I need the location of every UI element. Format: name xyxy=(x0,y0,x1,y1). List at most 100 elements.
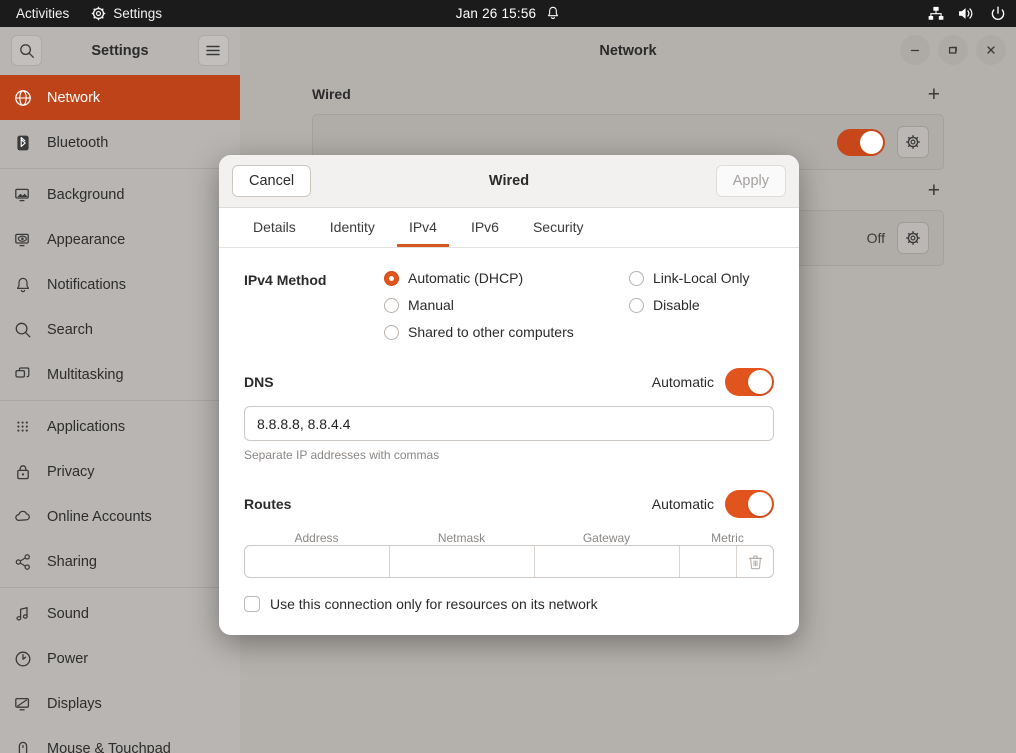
radio-indicator xyxy=(384,324,399,340)
sidebar-item-online-accounts[interactable]: Online Accounts xyxy=(0,494,240,539)
bell-icon xyxy=(14,276,40,294)
tab-ipv6[interactable]: IPv6 xyxy=(459,213,511,247)
status-badge: Off xyxy=(866,230,885,246)
minimize-button[interactable] xyxy=(900,35,930,65)
screen: Activities Settings Jan 26 15:56 Setting… xyxy=(0,0,1016,753)
sidebar-item-privacy[interactable]: Privacy xyxy=(0,449,240,494)
sidebar-item-label: Displays xyxy=(47,695,102,712)
sidebar-item-label: Notifications xyxy=(47,276,126,293)
applications-icon xyxy=(14,418,40,436)
tab-security[interactable]: Security xyxy=(521,213,596,247)
tab-identity[interactable]: Identity xyxy=(318,213,387,247)
sidebar-nav-list: Network Bluetooth Background Appearance … xyxy=(0,74,240,753)
sidebar-item-multitasking[interactable]: Multitasking xyxy=(0,352,240,397)
sidebar-item-network[interactable]: Network xyxy=(0,75,240,120)
clock-button[interactable]: Jan 26 15:56 xyxy=(456,6,536,21)
sidebar-item-label: Power xyxy=(47,650,89,667)
page-title: Network xyxy=(599,42,657,59)
cloud-icon xyxy=(14,508,40,526)
sidebar-item-label: Background xyxy=(47,186,125,203)
sidebar-item-applications[interactable]: Applications xyxy=(0,404,240,449)
routes-automatic-label: Automatic xyxy=(651,496,714,512)
sidebar-item-background[interactable]: Background xyxy=(0,172,240,217)
sidebar-item-label: Sharing xyxy=(47,553,97,570)
routes-netmask-input[interactable] xyxy=(390,546,535,577)
sidebar-item-label: Network xyxy=(47,89,101,106)
sidebar-divider xyxy=(0,400,240,401)
wired-toggle[interactable] xyxy=(837,128,885,156)
secondary-settings-button[interactable] xyxy=(897,222,929,254)
routes-address-input[interactable] xyxy=(245,546,390,577)
main-menu-button[interactable] xyxy=(197,35,229,66)
top-bar-status-group[interactable] xyxy=(928,0,1006,27)
radio-shared-to-other-computers[interactable]: Shared to other computers xyxy=(384,324,629,340)
restrict-connection-checkbox[interactable] xyxy=(244,596,260,612)
cancel-button[interactable]: Cancel xyxy=(232,165,312,197)
gear-icon xyxy=(91,6,106,21)
dialog-tab-bar: Details Identity IPv4 IPv6 Security xyxy=(219,208,799,248)
close-button[interactable] xyxy=(976,35,1006,65)
gear-icon xyxy=(905,230,921,246)
search-button[interactable] xyxy=(11,35,42,66)
routes-label: Routes xyxy=(244,496,292,512)
lock-icon xyxy=(14,463,40,481)
sidebar-item-label: Search xyxy=(47,321,93,338)
sidebar-item-bluetooth[interactable]: Bluetooth xyxy=(0,120,240,165)
sidebar-item-sharing[interactable]: Sharing xyxy=(0,539,240,584)
routes-delete-button[interactable] xyxy=(737,546,773,577)
activities-button[interactable]: Activities xyxy=(12,4,73,23)
dns-helper-text: Separate IP addresses with commas xyxy=(244,448,440,462)
gear-icon xyxy=(905,134,921,150)
sidebar-item-label: Sound xyxy=(47,605,89,622)
routes-metric-input[interactable] xyxy=(680,546,737,577)
network-globe-icon xyxy=(14,89,40,107)
sidebar-item-power[interactable]: Power xyxy=(0,636,240,681)
dialog-header: Cancel Wired Apply xyxy=(219,155,799,208)
ipv4-method-column-1: Automatic (DHCP) Manual Shared to other … xyxy=(384,270,629,340)
radio-automatic-dhcp[interactable]: Automatic (DHCP) xyxy=(384,270,629,286)
tab-details[interactable]: Details xyxy=(241,213,308,247)
share-icon xyxy=(14,553,40,571)
gnome-top-bar: Activities Settings Jan 26 15:56 xyxy=(0,0,1016,27)
apply-button[interactable]: Apply xyxy=(715,165,786,197)
sidebar-item-mouse-touchpad[interactable]: Mouse & Touchpad xyxy=(0,726,240,753)
dns-servers-value: 8.8.8.8, 8.8.4.4 xyxy=(257,415,351,432)
routes-gateway-input[interactable] xyxy=(535,546,680,577)
routes-column-headers: Address Netmask Gateway Metric xyxy=(244,531,774,545)
radio-link-local-only[interactable]: Link-Local Only xyxy=(629,270,750,286)
maximize-button[interactable] xyxy=(938,35,968,65)
sidebar-item-label: Multitasking xyxy=(47,366,124,383)
music-note-icon xyxy=(14,605,40,623)
sidebar-item-appearance[interactable]: Appearance xyxy=(0,217,240,262)
sidebar-divider xyxy=(0,168,240,169)
dns-automatic-group: Automatic xyxy=(652,368,774,396)
sidebar-item-label: Online Accounts xyxy=(47,508,152,525)
sidebar-item-notifications[interactable]: Notifications xyxy=(0,262,240,307)
restrict-connection-row[interactable]: Use this connection only for resources o… xyxy=(244,596,774,612)
dns-automatic-toggle[interactable] xyxy=(725,368,774,396)
appearance-icon xyxy=(14,231,40,249)
plus-icon[interactable]: + xyxy=(924,84,944,105)
radio-manual[interactable]: Manual xyxy=(384,297,629,313)
sidebar-header: Settings xyxy=(0,27,240,74)
restrict-connection-label: Use this connection only for resources o… xyxy=(270,596,598,612)
sidebar-title: Settings xyxy=(91,42,149,59)
bell-icon[interactable] xyxy=(546,6,560,21)
ipv4-method-column-2: Link-Local Only Disable xyxy=(629,270,750,340)
routes-header-gateway: Gateway xyxy=(582,531,631,545)
trash-icon xyxy=(748,554,763,570)
ipv4-tab-panel: IPv4 Method Automatic (DHCP) Manual Shar… xyxy=(219,248,799,635)
sidebar-item-sound[interactable]: Sound xyxy=(0,591,240,636)
routes-automatic-group: Automatic xyxy=(652,490,774,518)
app-menu-button[interactable]: Settings xyxy=(91,6,162,21)
routes-automatic-toggle[interactable] xyxy=(725,490,774,518)
plus-icon[interactable]: + xyxy=(924,180,944,201)
dns-servers-input[interactable]: 8.8.8.8, 8.8.4.4 xyxy=(244,406,774,441)
radio-disable[interactable]: Disable xyxy=(629,297,750,313)
wired-settings-button[interactable] xyxy=(897,126,929,158)
tab-ipv4[interactable]: IPv4 xyxy=(396,213,449,247)
sidebar-item-displays[interactable]: Displays xyxy=(0,681,240,726)
wired-section-title: Wired xyxy=(312,86,351,102)
sidebar-item-search[interactable]: Search xyxy=(0,307,240,352)
routes-header-netmask: Netmask xyxy=(437,531,486,545)
